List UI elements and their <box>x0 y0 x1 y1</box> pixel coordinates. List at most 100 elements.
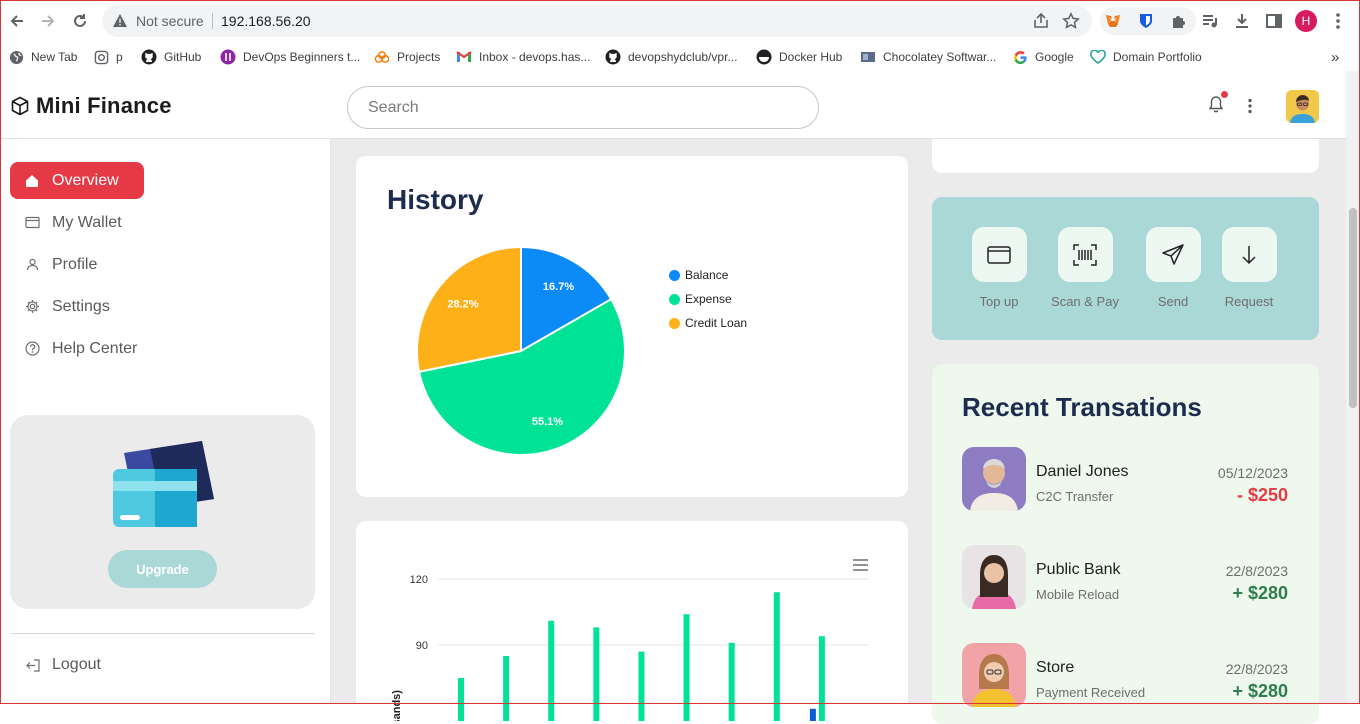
bar[interactable] <box>809 708 816 721</box>
user-avatar[interactable] <box>1286 90 1319 123</box>
upgrade-button[interactable]: Upgrade <box>108 550 217 588</box>
media-button[interactable] <box>1198 9 1222 33</box>
bar[interactable] <box>728 642 735 721</box>
bar[interactable] <box>503 656 510 721</box>
transaction-date: 22/8/2023 <box>1225 563 1288 579</box>
sidebar-item-profile[interactable]: Profile <box>10 246 144 283</box>
transaction-date: 05/12/2023 <box>1217 465 1288 481</box>
bar[interactable] <box>548 620 555 721</box>
bookmark-label: Domain Portfolio <box>1113 50 1202 64</box>
legend-dot <box>669 269 680 281</box>
action-request[interactable]: Request <box>1206 227 1292 309</box>
barcode-icon <box>1057 227 1113 282</box>
bar-chart[interactable]: 90 120 (thousands) <box>356 521 908 721</box>
app-logo[interactable]: Mini Finance <box>10 93 172 119</box>
bookmark-google[interactable]: Google <box>1012 48 1074 66</box>
search-input[interactable] <box>347 86 819 129</box>
purple-circle-icon <box>220 49 236 65</box>
more-options-icon[interactable] <box>1247 98 1253 114</box>
transaction-amount: + $280 <box>1232 583 1288 603</box>
transactions-title: Recent Transations <box>962 392 1202 422</box>
metamask-icon[interactable] <box>1104 12 1122 30</box>
bookmark-github[interactable]: GitHub <box>141 48 201 66</box>
puzzle-icon[interactable] <box>1170 12 1188 30</box>
bookmark-new-tab[interactable]: New Tab <box>8 48 77 66</box>
downloads-button[interactable] <box>1230 9 1254 33</box>
browser-menu-button[interactable] <box>1326 9 1350 33</box>
bookmark-label: New Tab <box>31 50 78 64</box>
sidebar-item-help-center[interactable]: Help Center <box>10 330 170 367</box>
pie-data-label: 55.1% <box>532 416 563 428</box>
transaction-row[interactable]: Daniel Jones C2C Transfer 05/12/2023 - $… <box>962 447 1292 513</box>
legend-item-balance[interactable]: Balance <box>669 268 728 282</box>
action-label: Send <box>1157 294 1189 309</box>
sidebar-item-settings[interactable]: Settings <box>10 288 144 325</box>
history-card: History 16.7% 55.1% 28.2% Balance Expense … <box>356 156 908 497</box>
bookmark-chocolatey[interactable]: Chocolatey Softwar... <box>860 48 996 66</box>
bookmark-projects[interactable]: Projects <box>374 48 440 66</box>
credit-cards-icon <box>113 441 214 527</box>
history-pie-chart[interactable]: 16.7% 55.1% 28.2% <box>406 236 636 466</box>
transaction-amount: - $250 <box>1236 485 1288 505</box>
bitwarden-icon[interactable] <box>1138 12 1154 30</box>
back-button[interactable] <box>5 9 29 33</box>
bookmark-label: Inbox - devops.has... <box>479 50 591 64</box>
cloud-icon <box>374 49 390 65</box>
legend-label: Credit Loan <box>685 316 748 330</box>
transaction-type: Payment Received <box>1036 685 1146 700</box>
profile-avatar[interactable]: H <box>1295 10 1317 32</box>
star-icon[interactable] <box>1062 12 1080 30</box>
legend-item-credit-loan[interactable]: Credit Loan <box>669 316 747 330</box>
bookmark-p[interactable]: p <box>93 48 123 66</box>
page-scrollbar[interactable] <box>1346 71 1360 704</box>
security-status[interactable]: Not secure <box>136 13 204 29</box>
side-panel-button[interactable] <box>1262 9 1286 33</box>
avatar <box>962 643 1026 707</box>
action-label: Request <box>1224 294 1274 309</box>
bar[interactable] <box>593 627 600 721</box>
bar[interactable] <box>773 592 780 721</box>
quick-actions-card: Top up Scan & Pay Send Request <box>932 197 1319 340</box>
forward-button[interactable] <box>36 9 60 33</box>
action-send[interactable]: Send <box>1130 227 1216 309</box>
share-icon[interactable] <box>1032 12 1050 30</box>
logout-link[interactable]: Logout <box>24 656 101 674</box>
transaction-type: C2C Transfer <box>1036 489 1114 504</box>
bookmark-inbox[interactable]: Inbox - devops.has... <box>456 48 590 66</box>
action-scan-pay[interactable]: Scan & Pay <box>1042 227 1128 309</box>
arrow-down-icon <box>1221 227 1277 282</box>
more-bookmarks-button[interactable]: » <box>1331 48 1339 66</box>
sidebar-item-my-wallet[interactable]: My Wallet <box>10 204 144 241</box>
bookmark-docker-hub[interactable]: Docker Hub <box>756 48 842 66</box>
download-icon <box>1236 14 1248 28</box>
bar[interactable] <box>818 636 825 721</box>
browser-toolbar: Not secure 192.168.56.20 H <box>0 0 1360 42</box>
extensions-group <box>1100 7 1196 35</box>
bar[interactable] <box>638 651 645 721</box>
scrollbar-thumb[interactable] <box>1349 208 1357 408</box>
transaction-row[interactable]: Public Bank Mobile Reload 22/8/2023 + $2… <box>962 545 1292 611</box>
avatar <box>962 545 1026 609</box>
url-text[interactable]: 192.168.56.20 <box>221 13 311 29</box>
sidebar-item-overview[interactable]: Overview <box>10 162 144 199</box>
action-top-up[interactable]: Top up <box>956 227 1042 309</box>
bookmark-devopshydclub[interactable]: devopshydclub/vpr... <box>605 48 737 66</box>
legend-item-expense[interactable]: Expense <box>669 292 732 306</box>
gear-icon <box>24 299 40 315</box>
bar[interactable] <box>683 614 690 721</box>
bell-icon[interactable] <box>1208 95 1224 113</box>
transaction-name: Store <box>1036 659 1075 676</box>
playlist-icon <box>1203 15 1217 28</box>
reload-button[interactable] <box>68 9 92 33</box>
bar[interactable] <box>458 678 464 721</box>
bookmark-devops-beginners[interactable]: DevOps Beginners t... <box>220 48 360 66</box>
transaction-row[interactable]: Store Payment Received 22/8/2023 + $280 <box>962 643 1292 709</box>
github-icon <box>605 49 621 65</box>
action-label: Top up <box>979 294 1019 309</box>
github-icon <box>141 49 157 65</box>
notification-dot <box>1221 91 1228 98</box>
bookmark-domain-portfolio[interactable]: Domain Portfolio <box>1090 48 1202 66</box>
docker-icon <box>756 49 772 65</box>
address-bar[interactable]: Not secure 192.168.56.20 <box>102 5 1092 37</box>
transaction-name: Public Bank <box>1036 561 1121 578</box>
